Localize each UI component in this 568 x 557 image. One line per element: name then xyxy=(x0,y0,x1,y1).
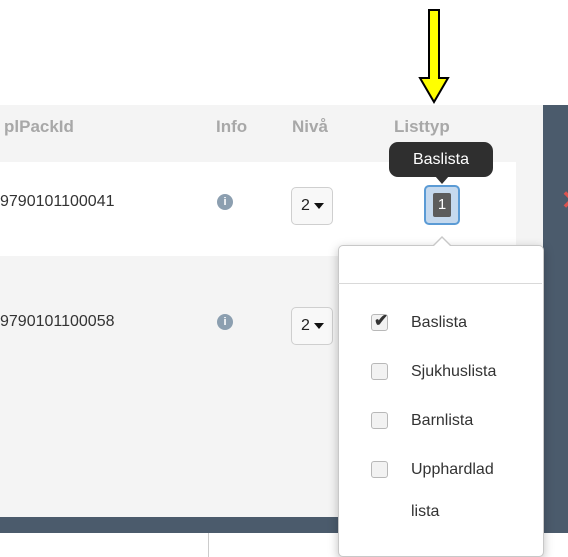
yellow-arrow-icon xyxy=(418,9,450,104)
column-header-info[interactable]: Info xyxy=(216,117,247,137)
right-scroll-panel xyxy=(543,105,568,517)
option-label-barnlista[interactable]: Barnlista xyxy=(411,412,473,430)
option-label-upphardlad-line2[interactable]: lista xyxy=(411,503,439,521)
level-select[interactable]: 2 xyxy=(291,307,333,345)
option-label-upphardlad[interactable]: Upphardlad xyxy=(411,461,494,479)
dropdown-separator xyxy=(338,283,542,284)
tooltip: Baslista xyxy=(389,142,493,177)
tooltip-arrow xyxy=(435,176,449,184)
listtyp-dropdown xyxy=(338,245,544,557)
column-header-niva[interactable]: Nivå xyxy=(292,117,328,137)
option-label-sjukhuslista[interactable]: Sjukhuslista xyxy=(411,363,496,381)
column-header-listtyp[interactable]: Listtyp xyxy=(394,117,450,137)
checkbox-upphardlad-lista[interactable] xyxy=(371,461,388,478)
checkbox-barnlista[interactable] xyxy=(371,412,388,429)
dropdown-caret-fill xyxy=(433,238,451,247)
dropdown-header xyxy=(340,248,540,282)
caret-down-icon xyxy=(314,323,324,329)
pack-id-cell: 9790101100058 xyxy=(0,313,115,330)
level-select[interactable]: 2 xyxy=(291,187,333,225)
info-icon[interactable]: i xyxy=(217,194,233,210)
level-value: 2 xyxy=(301,197,310,214)
caret-down-icon xyxy=(314,203,324,209)
info-icon[interactable]: i xyxy=(217,314,233,330)
checkbox-sjukhuslista[interactable] xyxy=(371,363,388,380)
checkbox-baslista[interactable]: ✔ xyxy=(371,311,389,331)
column-header-packid[interactable]: plPackId xyxy=(4,117,74,137)
option-label-baslista[interactable]: Baslista xyxy=(411,314,467,332)
level-value: 2 xyxy=(301,317,310,334)
listtyp-badge-value: 1 xyxy=(433,193,451,217)
listtyp-badge-button[interactable]: 1 xyxy=(424,185,460,225)
close-icon[interactable]: ✕ xyxy=(561,186,568,214)
divider xyxy=(208,533,209,557)
check-icon: ✔ xyxy=(374,311,389,330)
pack-id-cell: 9790101100041 xyxy=(0,193,115,210)
